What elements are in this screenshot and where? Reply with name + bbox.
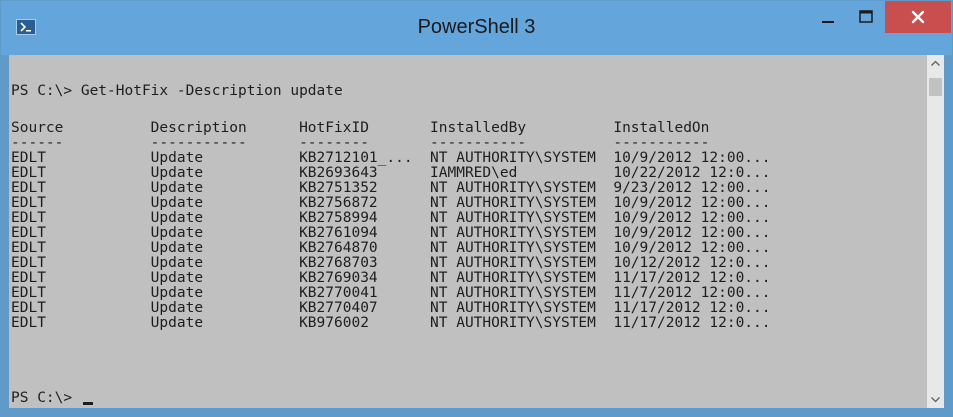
text-cursor bbox=[82, 402, 93, 405]
command-line: PS C:\> Get-HotFix -Description update bbox=[11, 83, 343, 99]
powershell-window: PowerShell 3 PS C:\> Get-HotFix -Descrip… bbox=[0, 0, 953, 417]
close-icon bbox=[911, 10, 925, 24]
scroll-up-button[interactable] bbox=[927, 55, 944, 72]
title-bar[interactable]: PowerShell 3 bbox=[1, 1, 952, 55]
console-area[interactable]: PS C:\> Get-HotFix -Description update S… bbox=[9, 55, 944, 408]
scroll-down-button[interactable] bbox=[927, 391, 944, 408]
close-button[interactable] bbox=[885, 1, 951, 33]
console-output[interactable]: PS C:\> Get-HotFix -Description update S… bbox=[9, 55, 927, 408]
chevron-up-icon bbox=[931, 60, 940, 66]
prompt-text: PS C:\> bbox=[11, 390, 73, 406]
prompt-line[interactable]: PS C:\> bbox=[11, 390, 93, 407]
chevron-down-icon bbox=[931, 397, 940, 403]
vertical-scrollbar[interactable] bbox=[927, 55, 944, 408]
minimize-icon bbox=[822, 21, 834, 23]
table-row: EDLT Update KB976002 NT AUTHORITY\SYSTEM… bbox=[11, 315, 771, 331]
minimize-button[interactable] bbox=[809, 1, 847, 33]
maximize-icon bbox=[859, 10, 873, 23]
scrollbar-thumb[interactable] bbox=[929, 78, 942, 96]
maximize-button[interactable] bbox=[847, 1, 885, 33]
